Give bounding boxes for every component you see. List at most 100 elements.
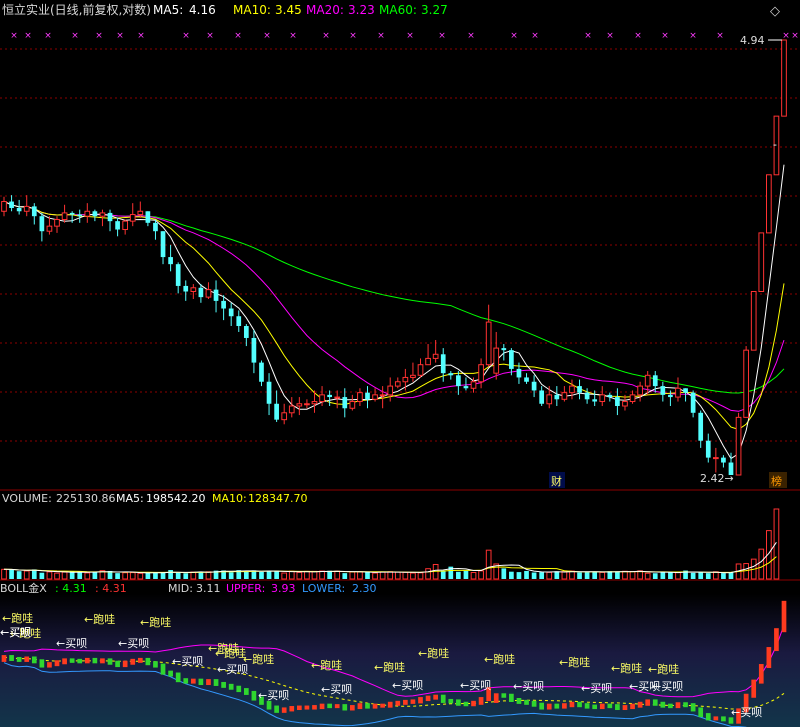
volume-bar-47 bbox=[357, 571, 363, 580]
boll-signal-19: ←买呗 bbox=[258, 689, 289, 702]
candle-body-2 bbox=[16, 208, 22, 212]
boll-bar-63 bbox=[478, 697, 484, 705]
boll-bar-16 bbox=[122, 660, 128, 668]
ma60-value[interactable]: 3.27 bbox=[421, 3, 448, 17]
bang-marker[interactable]: 榜 bbox=[771, 474, 782, 488]
volume-bar-62 bbox=[470, 572, 477, 580]
boll-bar-62 bbox=[471, 700, 476, 707]
candle-body-49 bbox=[372, 394, 378, 400]
volume-bar-12 bbox=[92, 572, 98, 579]
volume-bar-92 bbox=[698, 572, 704, 579]
boll-bar-33 bbox=[251, 690, 257, 701]
signal-marker-6: × bbox=[137, 31, 145, 41]
signal-marker-25: × bbox=[716, 31, 724, 41]
candle-body-65 bbox=[493, 347, 500, 374]
boll-bar-18 bbox=[137, 657, 143, 663]
dash-mark: - bbox=[773, 138, 777, 151]
boll-bar-19 bbox=[145, 657, 151, 666]
candle-body-100 bbox=[758, 232, 765, 293]
boll-bar-99 bbox=[751, 679, 757, 698]
boll-bar-95 bbox=[721, 716, 726, 722]
stock-chart: × × × × × × × × × × × × × × × × × × × × × × × × × × × × 恒立实业(日线,前复权… bbox=[0, 2, 800, 727]
candle-body-40 bbox=[304, 403, 310, 406]
boll-bar-69 bbox=[524, 699, 529, 705]
volume-bar-4 bbox=[31, 569, 37, 579]
boll-bar-15 bbox=[115, 660, 120, 668]
candle-body-20 bbox=[153, 222, 158, 232]
volume-bar-0 bbox=[1, 568, 7, 580]
volume-label: VOLUME: bbox=[2, 492, 52, 505]
candle-body-9 bbox=[69, 212, 75, 215]
vol-ma10-line bbox=[3, 556, 777, 574]
boll-bar-79 bbox=[599, 703, 605, 710]
boll-lower-label: LOWER: bbox=[302, 582, 345, 595]
volume-bar-21 bbox=[160, 572, 166, 579]
volume-bar-42 bbox=[319, 570, 325, 580]
volume-bar-95 bbox=[721, 573, 726, 579]
boll-bar-27 bbox=[206, 679, 211, 686]
candle-body-92 bbox=[698, 412, 704, 441]
window-button[interactable]: ◇ bbox=[770, 4, 780, 19]
candle-body-6 bbox=[46, 225, 53, 232]
signal-marker-14: × bbox=[377, 31, 385, 41]
candle-body-57 bbox=[432, 353, 439, 359]
volume-bar-76 bbox=[577, 572, 582, 579]
ma20-value: 3.23 bbox=[348, 3, 375, 17]
boll-mid-value: 3.11 bbox=[196, 582, 221, 595]
signal-marker-21: × bbox=[606, 31, 614, 41]
vol-ma10-value: 128347.70 bbox=[248, 492, 308, 505]
candlestick-series bbox=[1, 39, 787, 476]
boll-signal-0: ←跑哇 bbox=[2, 611, 33, 625]
boll-bar-14 bbox=[107, 658, 113, 665]
boll-bar-68 bbox=[516, 698, 522, 704]
candle-body-34 bbox=[259, 362, 264, 382]
boll-bar-35 bbox=[266, 700, 272, 710]
boll-bar-86 bbox=[652, 699, 658, 706]
signal-marker-16: × bbox=[438, 31, 446, 41]
candle-body-45 bbox=[342, 397, 348, 409]
candle-body-97 bbox=[735, 416, 742, 476]
boll-signal-18: ←买呗 bbox=[217, 663, 248, 676]
boll-bar-31 bbox=[236, 685, 242, 693]
volume-bars bbox=[1, 508, 780, 580]
signal-marker-18: × bbox=[510, 31, 518, 41]
candle-body-36 bbox=[274, 403, 279, 420]
volume-bar-96 bbox=[728, 572, 734, 579]
volume-bar-64 bbox=[485, 549, 492, 580]
boll-signal-21: ←买呗 bbox=[392, 679, 423, 692]
boll-bar-92 bbox=[698, 707, 704, 718]
candle-body-78 bbox=[592, 399, 598, 402]
candle-body-23 bbox=[175, 264, 181, 286]
boll-signal-16: ←买呗 bbox=[118, 637, 149, 650]
boll-bar-37 bbox=[281, 707, 287, 713]
candle-body-5 bbox=[39, 216, 45, 232]
boll-signal-11: ←跑哇 bbox=[559, 655, 590, 669]
candle-body-19 bbox=[145, 211, 151, 223]
candle-body-67 bbox=[509, 350, 514, 369]
boll-upper-value: 3.93 bbox=[271, 582, 296, 595]
boll-bar-38 bbox=[289, 706, 295, 712]
volume-bar-83 bbox=[629, 570, 636, 580]
boll-bar-6 bbox=[47, 662, 52, 668]
boll-label: BOLL金X bbox=[0, 581, 47, 595]
candle-body-38 bbox=[288, 405, 295, 414]
boll-bar-73 bbox=[554, 703, 560, 709]
signal-marker-17: × bbox=[467, 31, 475, 41]
boll-bar-67 bbox=[509, 693, 514, 702]
volume-bar-77 bbox=[584, 572, 590, 579]
volume-bar-68 bbox=[516, 572, 522, 579]
candle-body-91 bbox=[690, 392, 696, 413]
boll-mid-label: MID: bbox=[168, 582, 193, 595]
candle-body-74 bbox=[561, 392, 568, 400]
volume-bar-39 bbox=[296, 571, 303, 580]
cai-marker[interactable]: 财 bbox=[551, 474, 562, 488]
candle-body-15 bbox=[115, 221, 120, 230]
volume-bar-22 bbox=[168, 570, 173, 579]
candle-body-48 bbox=[365, 392, 370, 400]
boll-bar-61 bbox=[463, 701, 469, 707]
candle-body-30 bbox=[228, 308, 234, 317]
boll-bar-102 bbox=[774, 628, 779, 652]
vol-ma5-label: MA5: bbox=[116, 492, 144, 505]
volume-bar-67 bbox=[509, 571, 514, 579]
boll-bar-59 bbox=[448, 698, 454, 704]
